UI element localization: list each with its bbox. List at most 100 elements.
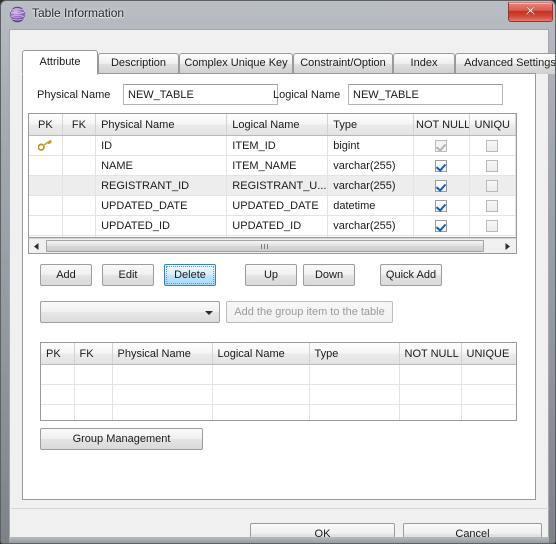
attribute-cell-unique[interactable] <box>469 175 516 196</box>
attribute-cell-unique[interactable] <box>469 155 516 176</box>
attribute-cell-type[interactable]: datetime <box>327 195 414 216</box>
attribute-cell-logical-name[interactable]: REGISTRANT_U... <box>226 175 329 196</box>
attribute-col-header[interactable]: FK <box>62 114 97 136</box>
attribute-cell-not-null[interactable] <box>413 155 470 176</box>
group-grid[interactable]: PK FK Physical Name Logical Name Type NOT NUL… <box>40 342 517 421</box>
attribute-cell-not-null[interactable] <box>413 215 470 236</box>
attribute-row[interactable]: NAME ITEM_NAME varchar(255) <box>29 155 516 176</box>
group-cell[interactable] <box>461 364 516 385</box>
group-row[interactable] <box>41 364 516 385</box>
tab-index[interactable]: Index <box>393 53 455 74</box>
group-cell[interactable] <box>41 404 75 420</box>
logical-name-input[interactable] <box>348 84 503 105</box>
attribute-col-header[interactable]: Type <box>327 114 414 136</box>
attribute-cell-fk[interactable] <box>62 215 97 236</box>
group-cell[interactable] <box>74 404 113 420</box>
attribute-cell-type[interactable]: varchar(255) <box>327 215 414 236</box>
group-cell[interactable] <box>399 384 462 405</box>
group-col-header[interactable]: Logical Name <box>212 343 310 365</box>
group-cell[interactable] <box>309 404 400 420</box>
attribute-row[interactable]: UPDATED_ID UPDATED_ID varchar(255) <box>29 215 516 236</box>
attribute-cell-physical-name[interactable]: REGISTRANT_ID <box>95 175 228 196</box>
attribute-cell-not-null[interactable] <box>413 135 470 156</box>
attribute-cell-fk[interactable] <box>62 175 97 196</box>
group-cell[interactable] <box>212 364 310 385</box>
attribute-cell-unique[interactable] <box>469 135 516 156</box>
attribute-row[interactable]: UPDATED_DATE UPDATED_DATE datetime <box>29 195 516 216</box>
group-select[interactable] <box>40 301 220 323</box>
group-cell[interactable] <box>399 364 462 385</box>
attribute-cell-logical-name[interactable]: ITEM_NAME <box>226 155 329 176</box>
not-null-checkbox[interactable] <box>435 199 448 212</box>
unique-checkbox[interactable] <box>486 159 499 172</box>
attribute-cell-pk[interactable] <box>29 155 63 176</box>
attribute-cell-fk[interactable] <box>62 155 97 176</box>
attribute-row[interactable]: REGISTRANT_ID REGISTRANT_U... varchar(255) <box>29 175 516 196</box>
group-cell[interactable] <box>41 364 75 385</box>
group-col-header[interactable]: Type <box>309 343 400 365</box>
tab-attribute[interactable]: Attribute <box>22 50 98 75</box>
attribute-cell-pk[interactable] <box>29 195 63 216</box>
close-button[interactable] <box>508 2 553 22</box>
not-null-checkbox[interactable] <box>435 219 448 232</box>
group-col-header[interactable]: Physical Name <box>112 343 213 365</box>
unique-checkbox[interactable] <box>486 179 499 192</box>
attribute-col-header[interactable]: PK <box>29 114 63 136</box>
not-null-checkbox[interactable] <box>435 139 448 152</box>
group-cell[interactable] <box>309 384 400 405</box>
group-cell[interactable] <box>461 384 516 405</box>
tab-description[interactable]: Description <box>98 53 179 74</box>
not-null-checkbox[interactable] <box>435 179 448 192</box>
group-management-button[interactable]: Group Management <box>40 428 203 450</box>
attribute-cell-pk[interactable] <box>29 135 63 156</box>
group-cell[interactable] <box>112 404 213 420</box>
attribute-cell-type[interactable]: varchar(255) <box>327 155 414 176</box>
group-col-header[interactable]: FK <box>74 343 113 365</box>
add-button[interactable]: Add <box>40 264 92 286</box>
unique-checkbox[interactable] <box>486 219 499 232</box>
attribute-cell-physical-name[interactable]: UPDATED_DATE <box>95 195 228 216</box>
unique-checkbox[interactable] <box>486 199 499 212</box>
quick-add-button[interactable]: Quick Add <box>380 264 442 286</box>
not-null-checkbox[interactable] <box>435 159 448 172</box>
attribute-cell-physical-name[interactable]: NAME <box>95 155 228 176</box>
scroll-thumb[interactable] <box>46 240 484 252</box>
attribute-cell-physical-name[interactable]: ID <box>95 135 228 156</box>
group-row[interactable] <box>41 384 516 405</box>
tab-complex-unique-key[interactable]: Complex Unique Key <box>179 53 293 74</box>
attribute-cell-logical-name[interactable]: UPDATED_ID <box>226 215 329 236</box>
attribute-cell-not-null[interactable] <box>413 175 470 196</box>
group-cell[interactable] <box>112 384 213 405</box>
tab-constraint-option[interactable]: Constraint/Option <box>293 53 393 74</box>
group-row[interactable] <box>41 404 516 420</box>
edit-button[interactable]: Edit <box>102 264 154 286</box>
attribute-col-header[interactable]: UNIQU <box>469 114 516 136</box>
scroll-right-icon[interactable] <box>500 239 516 253</box>
attribute-cell-pk[interactable] <box>29 215 63 236</box>
tab-advanced-settings[interactable]: Advanced Settings <box>455 53 555 74</box>
group-cell[interactable] <box>74 384 113 405</box>
scroll-left-icon[interactable] <box>29 239 45 253</box>
attribute-grid[interactable]: PK FK Physical Name Logical Name Type NOT NUL… <box>28 113 517 238</box>
attribute-cell-physical-name[interactable]: UPDATED_ID <box>95 215 228 236</box>
physical-name-input[interactable] <box>123 84 278 105</box>
attribute-col-header[interactable]: Physical Name <box>95 114 228 136</box>
group-cell[interactable] <box>41 384 75 405</box>
up-button[interactable]: Up <box>245 264 297 286</box>
attribute-col-header[interactable]: NOT NULL <box>413 114 470 136</box>
delete-button[interactable]: Delete <box>164 264 216 286</box>
group-cell[interactable] <box>112 364 213 385</box>
group-cell[interactable] <box>461 404 516 420</box>
attribute-grid-hscrollbar[interactable] <box>28 238 517 254</box>
unique-checkbox[interactable] <box>486 139 499 152</box>
attribute-col-header[interactable]: Logical Name <box>226 114 329 136</box>
attribute-cell-unique[interactable] <box>469 195 516 216</box>
attribute-cell-not-null[interactable] <box>413 195 470 216</box>
attribute-cell-logical-name[interactable]: ITEM_ID <box>226 135 329 156</box>
group-cell[interactable] <box>212 384 310 405</box>
group-cell[interactable] <box>74 364 113 385</box>
group-col-header[interactable]: PK <box>41 343 75 365</box>
group-cell[interactable] <box>309 364 400 385</box>
attribute-row[interactable]: ID ITEM_ID bigint <box>29 135 516 156</box>
title-bar[interactable]: Table Information <box>1 1 555 29</box>
